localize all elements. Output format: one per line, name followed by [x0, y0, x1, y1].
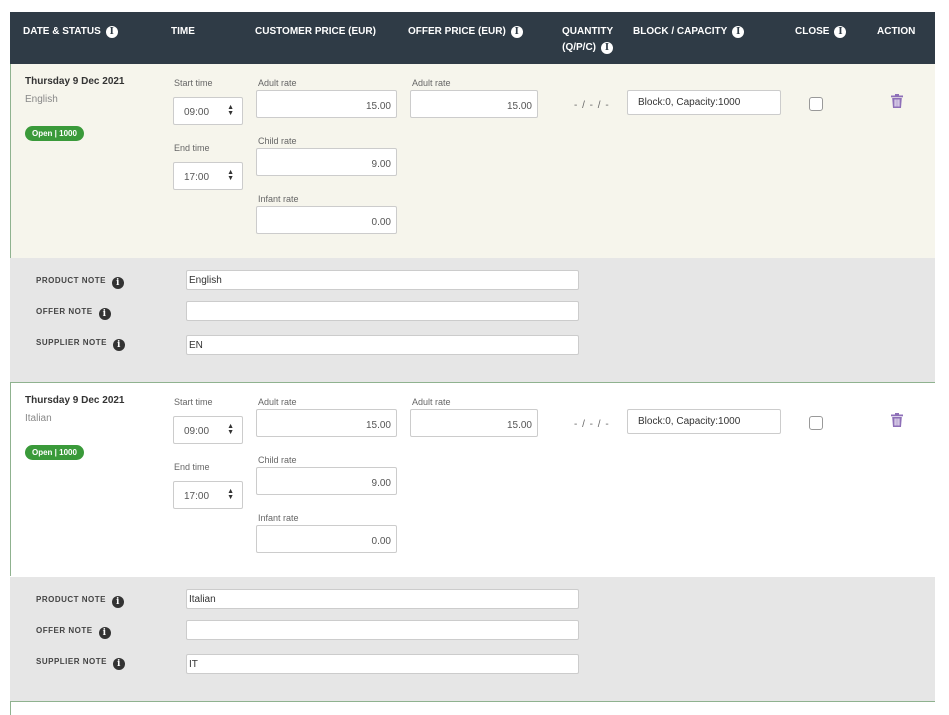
info-icon[interactable]: i	[112, 339, 125, 351]
start-time-label: Start time	[174, 397, 213, 407]
customer-child-rate-input[interactable]: 9.00	[256, 148, 397, 176]
block-capacity-input[interactable]: Block:0, Capacity:1000	[627, 90, 781, 115]
start-time-select[interactable]: 09:00 ▲ ▼	[173, 97, 243, 125]
status-badge: Open | 1000	[25, 126, 84, 141]
header-quantity: QUANTITY (Q/P/C) i	[562, 26, 614, 54]
next-row-edge	[10, 701, 935, 715]
table-header: DATE & STATUS i TIME CUSTOMER PRICE (EUR)…	[10, 12, 935, 64]
header-close: CLOSE i	[795, 24, 847, 40]
header-offer-price: OFFER PRICE (EUR) i	[408, 24, 523, 40]
notes-panel: PRODUCT NOTE i English OFFER NOTE i SUPPLI…	[10, 258, 935, 382]
start-time-label: Start time	[174, 78, 213, 88]
offer-adult-rate-label: Adult rate	[412, 78, 451, 88]
availability-row: Thursday 9 Dec 2021 English Open | 1000 …	[10, 64, 935, 258]
close-checkbox[interactable]	[809, 416, 823, 430]
header-action: ACTION	[877, 26, 916, 37]
info-icon[interactable]: i	[834, 26, 847, 38]
info-icon[interactable]: i	[112, 658, 125, 670]
customer-child-rate-input[interactable]: 9.00	[256, 467, 397, 495]
supplier-note-label: SUPPLIER NOTE i	[36, 338, 125, 351]
info-icon[interactable]: i	[105, 26, 118, 38]
info-icon[interactable]: i	[98, 308, 111, 320]
customer-adult-rate-label: Adult rate	[258, 78, 297, 88]
end-time-select[interactable]: 17:00 ▲ ▼	[173, 162, 243, 190]
row-date: Thursday 9 Dec 2021	[25, 395, 125, 406]
sort-arrows-icon: ▲ ▼	[227, 169, 234, 182]
info-icon[interactable]: i	[601, 42, 613, 54]
row-date: Thursday 9 Dec 2021	[25, 76, 125, 87]
product-note-label: PRODUCT NOTE i	[36, 595, 124, 608]
customer-adult-rate-label: Adult rate	[258, 397, 297, 407]
trash-icon[interactable]	[891, 94, 903, 108]
supplier-note-input[interactable]: EN	[186, 335, 579, 355]
product-note-input[interactable]: Italian	[186, 589, 579, 609]
info-icon[interactable]: i	[732, 26, 745, 38]
quantity-value: - / - / -	[574, 100, 610, 111]
status-badge: Open | 1000	[25, 445, 84, 460]
customer-infant-rate-input[interactable]: 0.00	[256, 206, 397, 234]
end-time-label: End time	[174, 462, 210, 472]
block-capacity-input[interactable]: Block:0, Capacity:1000	[627, 409, 781, 434]
customer-adult-rate-input[interactable]: 15.00	[256, 409, 397, 437]
supplier-note-label: SUPPLIER NOTE i	[36, 657, 125, 670]
start-time-select[interactable]: 09:00 ▲ ▼	[173, 416, 243, 444]
sort-arrows-icon: ▲ ▼	[227, 488, 234, 501]
end-time-select[interactable]: 17:00 ▲ ▼	[173, 481, 243, 509]
offer-adult-rate-label: Adult rate	[412, 397, 451, 407]
row-language: English	[25, 94, 58, 105]
info-icon[interactable]: i	[112, 596, 124, 608]
offer-adult-rate-input[interactable]: 15.00	[410, 90, 538, 118]
offer-note-input[interactable]	[186, 301, 579, 321]
trash-icon[interactable]	[891, 413, 903, 427]
customer-infant-rate-label: Infant rate	[258, 194, 299, 204]
quantity-value: - / - / -	[574, 419, 610, 430]
customer-infant-rate-label: Infant rate	[258, 513, 299, 523]
header-time: TIME	[171, 26, 195, 37]
customer-child-rate-label: Child rate	[258, 136, 297, 146]
header-block-capacity: BLOCK / CAPACITY i	[633, 24, 745, 40]
product-note-label: PRODUCT NOTE i	[36, 276, 124, 289]
offer-adult-rate-input[interactable]: 15.00	[410, 409, 538, 437]
customer-child-rate-label: Child rate	[258, 455, 297, 465]
availability-row: Thursday 9 Dec 2021 Italian Open | 1000 …	[10, 382, 935, 576]
info-icon[interactable]: i	[510, 26, 523, 38]
product-note-input[interactable]: English	[186, 270, 579, 290]
notes-panel: PRODUCT NOTE i Italian OFFER NOTE i SUPPLI…	[10, 577, 935, 701]
sort-arrows-icon: ▲ ▼	[227, 423, 234, 436]
customer-adult-rate-input[interactable]: 15.00	[256, 90, 397, 118]
header-date-status: DATE & STATUS i	[23, 24, 118, 40]
supplier-note-input[interactable]: IT	[186, 654, 579, 674]
offer-note-label: OFFER NOTE i	[36, 626, 111, 639]
close-checkbox[interactable]	[809, 97, 823, 111]
offer-note-input[interactable]	[186, 620, 579, 640]
header-customer-price: CUSTOMER PRICE (EUR)	[255, 26, 376, 37]
customer-infant-rate-input[interactable]: 0.00	[256, 525, 397, 553]
info-icon[interactable]: i	[112, 277, 124, 289]
info-icon[interactable]: i	[98, 627, 111, 639]
offer-note-label: OFFER NOTE i	[36, 307, 111, 320]
end-time-label: End time	[174, 143, 210, 153]
availability-table: DATE & STATUS i TIME CUSTOMER PRICE (EUR)…	[0, 0, 949, 715]
row-language: Italian	[25, 413, 52, 424]
sort-arrows-icon: ▲ ▼	[227, 104, 234, 117]
